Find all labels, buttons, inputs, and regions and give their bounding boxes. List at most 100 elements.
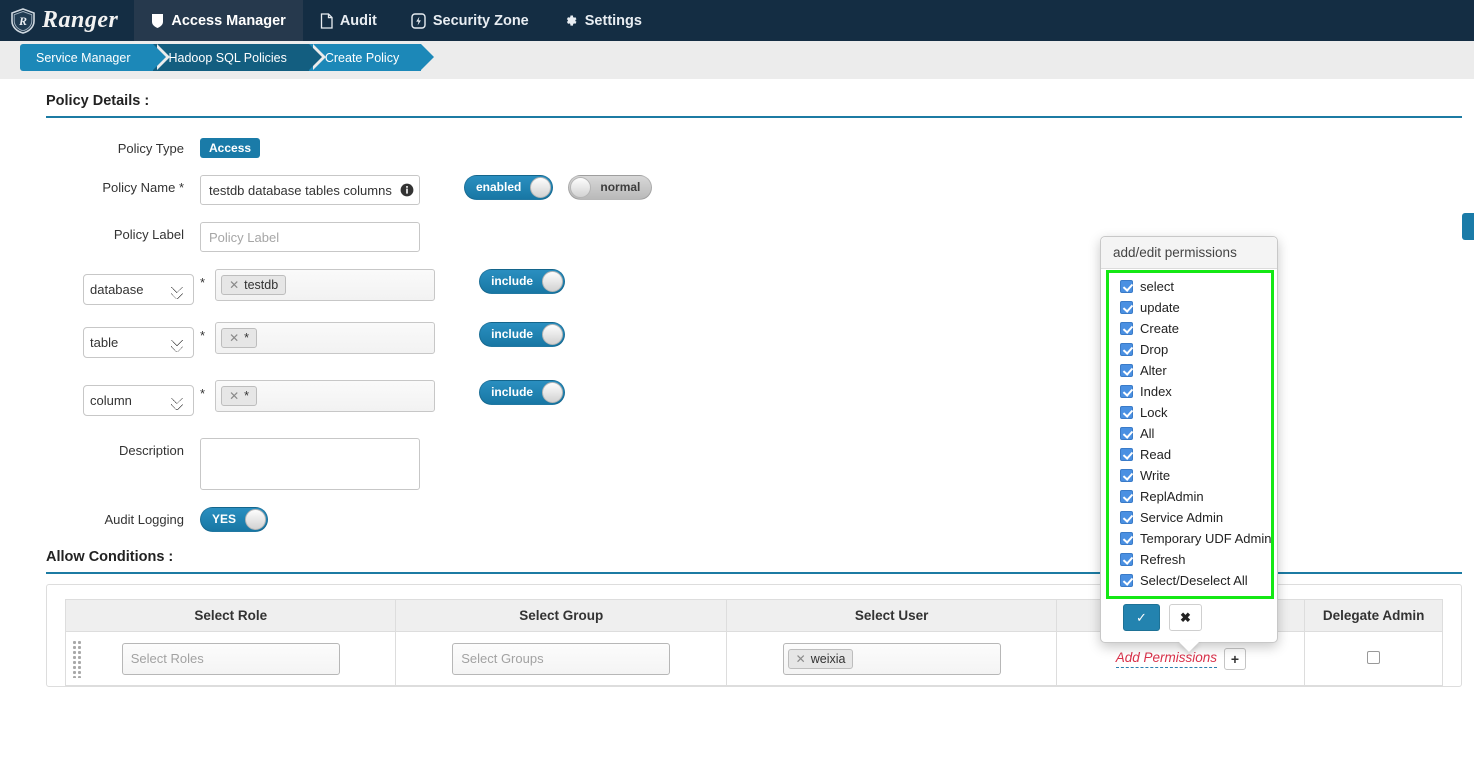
ranger-logo-icon: R <box>10 7 36 34</box>
permission-label: Write <box>1140 468 1171 483</box>
zone-icon <box>411 12 426 29</box>
tag-remove-icon[interactable]: ✕ <box>229 278 239 292</box>
checkbox-icon[interactable] <box>1120 490 1133 503</box>
policy-name-input[interactable] <box>200 175 420 205</box>
nav-label: Security Zone <box>432 12 529 29</box>
permission-label: All <box>1140 426 1155 441</box>
tag-chip-user[interactable]: ✕ weixia <box>787 648 854 669</box>
top-navigation-bar: R Ranger Access Manager Audit Security Z… <box>0 0 1474 41</box>
permission-item-select-deselect-all[interactable]: Select/Deselect All <box>1101 570 1277 591</box>
tag-chip[interactable]: ✕ * <box>221 328 257 348</box>
permission-label: update <box>1140 300 1180 315</box>
tag-remove-icon[interactable]: ✕ <box>229 331 239 345</box>
tag-chip[interactable]: ✕ * <box>221 386 257 406</box>
checkbox-icon[interactable] <box>1120 427 1133 440</box>
brand-name: Ranger <box>42 7 119 33</box>
permission-item-repladmin[interactable]: ReplAdmin <box>1101 486 1277 507</box>
permission-item-read[interactable]: Read <box>1101 444 1277 465</box>
nav-item-access-manager[interactable]: Access Manager <box>134 0 303 41</box>
checkbox-icon[interactable] <box>1120 343 1133 356</box>
tag-remove-icon[interactable]: ✕ <box>229 389 239 403</box>
permission-item-create[interactable]: Create <box>1101 318 1277 339</box>
resource-value-table-tagbox[interactable]: ✕ * <box>215 322 436 354</box>
permission-item-alter[interactable]: Alter <box>1101 360 1277 381</box>
checkbox-icon[interactable] <box>1120 406 1133 419</box>
permission-label: Create <box>1140 321 1180 336</box>
table-include-toggle[interactable]: include <box>479 322 566 347</box>
nav-item-security-zone[interactable]: Security Zone <box>394 0 546 41</box>
checkbox-icon[interactable] <box>1120 364 1133 377</box>
audit-logging-toggle[interactable]: YES <box>200 507 269 532</box>
toggle-knob <box>570 177 592 198</box>
column-header-select-role: Select Role <box>64 599 397 632</box>
audit-logging-toggle-label: YES <box>212 512 237 526</box>
checkbox-icon[interactable] <box>1120 385 1133 398</box>
brand-logo-area[interactable]: R Ranger <box>0 0 134 41</box>
permission-item-refresh[interactable]: Refresh <box>1101 549 1277 570</box>
checkbox-icon[interactable] <box>1120 511 1133 524</box>
permission-label: Select/Deselect All <box>1140 573 1248 588</box>
nav-label: Access Manager <box>171 12 286 29</box>
policy-type-badge[interactable]: Access <box>200 138 261 158</box>
select-roles-input[interactable]: Select Roles <box>121 642 340 675</box>
checkbox-icon[interactable] <box>1120 553 1133 566</box>
checkbox-icon[interactable] <box>1120 280 1133 293</box>
resource-type-select-column[interactable]: column <box>83 385 194 416</box>
checkbox-icon[interactable] <box>1120 301 1133 314</box>
permission-label: select <box>1140 279 1174 294</box>
resource-value-column-tagbox[interactable]: ✕ * <box>215 380 436 412</box>
permission-item-update[interactable]: update <box>1101 297 1277 318</box>
policy-enabled-toggle[interactable]: enabled <box>464 175 554 200</box>
checkbox-icon[interactable] <box>1120 322 1133 335</box>
tag-label: * <box>244 331 249 345</box>
breadcrumb-label: Create Policy <box>324 50 400 65</box>
tag-chip[interactable]: ✕ testdb <box>221 275 287 295</box>
delegate-admin-checkbox[interactable] <box>1367 650 1381 664</box>
checkbox-icon[interactable] <box>1120 469 1133 482</box>
breadcrumb: Service Manager Hadoop SQL Policies Crea… <box>20 44 439 71</box>
resource-value-database-tagbox[interactable]: ✕ testdb <box>215 269 436 301</box>
permission-item-all[interactable]: All <box>1101 423 1277 444</box>
database-include-toggle[interactable]: include <box>479 269 566 294</box>
resource-type-select-database[interactable]: database <box>83 274 194 305</box>
popover-arrow <box>1178 641 1200 652</box>
nav-label: Audit <box>339 12 377 29</box>
permission-item-temporary-udf-admin[interactable]: Temporary UDF Admin <box>1101 528 1277 549</box>
checkbox-icon[interactable] <box>1120 532 1133 545</box>
permission-label: Refresh <box>1140 552 1186 567</box>
select-roles-placeholder: Select Roles <box>130 651 204 666</box>
info-icon[interactable] <box>400 183 414 197</box>
column-header-delegate-admin: Delegate Admin <box>1304 599 1443 632</box>
policy-normal-toggle[interactable]: normal <box>568 175 653 200</box>
confirm-permissions-button[interactable]: ✓ <box>1123 604 1160 631</box>
description-textarea[interactable] <box>200 438 420 490</box>
permission-item-select[interactable]: select <box>1101 276 1277 297</box>
resource-type-select-table[interactable]: table <box>83 327 194 358</box>
drag-handle-icon[interactable] <box>72 639 82 678</box>
permission-item-index[interactable]: Index <box>1101 381 1277 402</box>
permission-item-lock[interactable]: Lock <box>1101 402 1277 423</box>
nav-item-audit[interactable]: Audit <box>303 0 394 41</box>
add-permissions-button[interactable]: + <box>1223 647 1246 670</box>
cancel-permissions-button[interactable]: ✖ <box>1169 604 1202 631</box>
cell-select-user: ✕ weixia <box>725 631 1058 686</box>
select-groups-input[interactable]: Select Groups <box>452 642 671 675</box>
breadcrumb-item-service-manager[interactable]: Service Manager <box>20 44 169 71</box>
nav-label: Settings <box>584 12 642 29</box>
gear-icon <box>563 13 578 28</box>
checkbox-icon[interactable] <box>1120 574 1133 587</box>
checkbox-icon[interactable] <box>1120 448 1133 461</box>
column-include-toggle[interactable]: include <box>479 380 566 405</box>
tag-remove-icon[interactable]: ✕ <box>796 652 806 666</box>
permission-item-service-admin[interactable]: Service Admin <box>1101 507 1277 528</box>
nav-item-settings[interactable]: Settings <box>546 0 659 41</box>
breadcrumb-item-hadoop-sql-policies[interactable]: Hadoop SQL Policies <box>152 44 327 71</box>
audit-logging-label: Audit Logging <box>104 512 184 527</box>
right-edge-panel-tab[interactable] <box>1462 213 1474 240</box>
permission-item-drop[interactable]: Drop <box>1101 339 1277 360</box>
add-permissions-link[interactable]: Add Permissions <box>1115 650 1217 668</box>
select-users-input[interactable]: ✕ weixia <box>782 642 1001 675</box>
policy-label-input[interactable] <box>200 222 420 252</box>
permission-item-write[interactable]: Write <box>1101 465 1277 486</box>
column-header-select-user: Select User <box>725 599 1058 632</box>
